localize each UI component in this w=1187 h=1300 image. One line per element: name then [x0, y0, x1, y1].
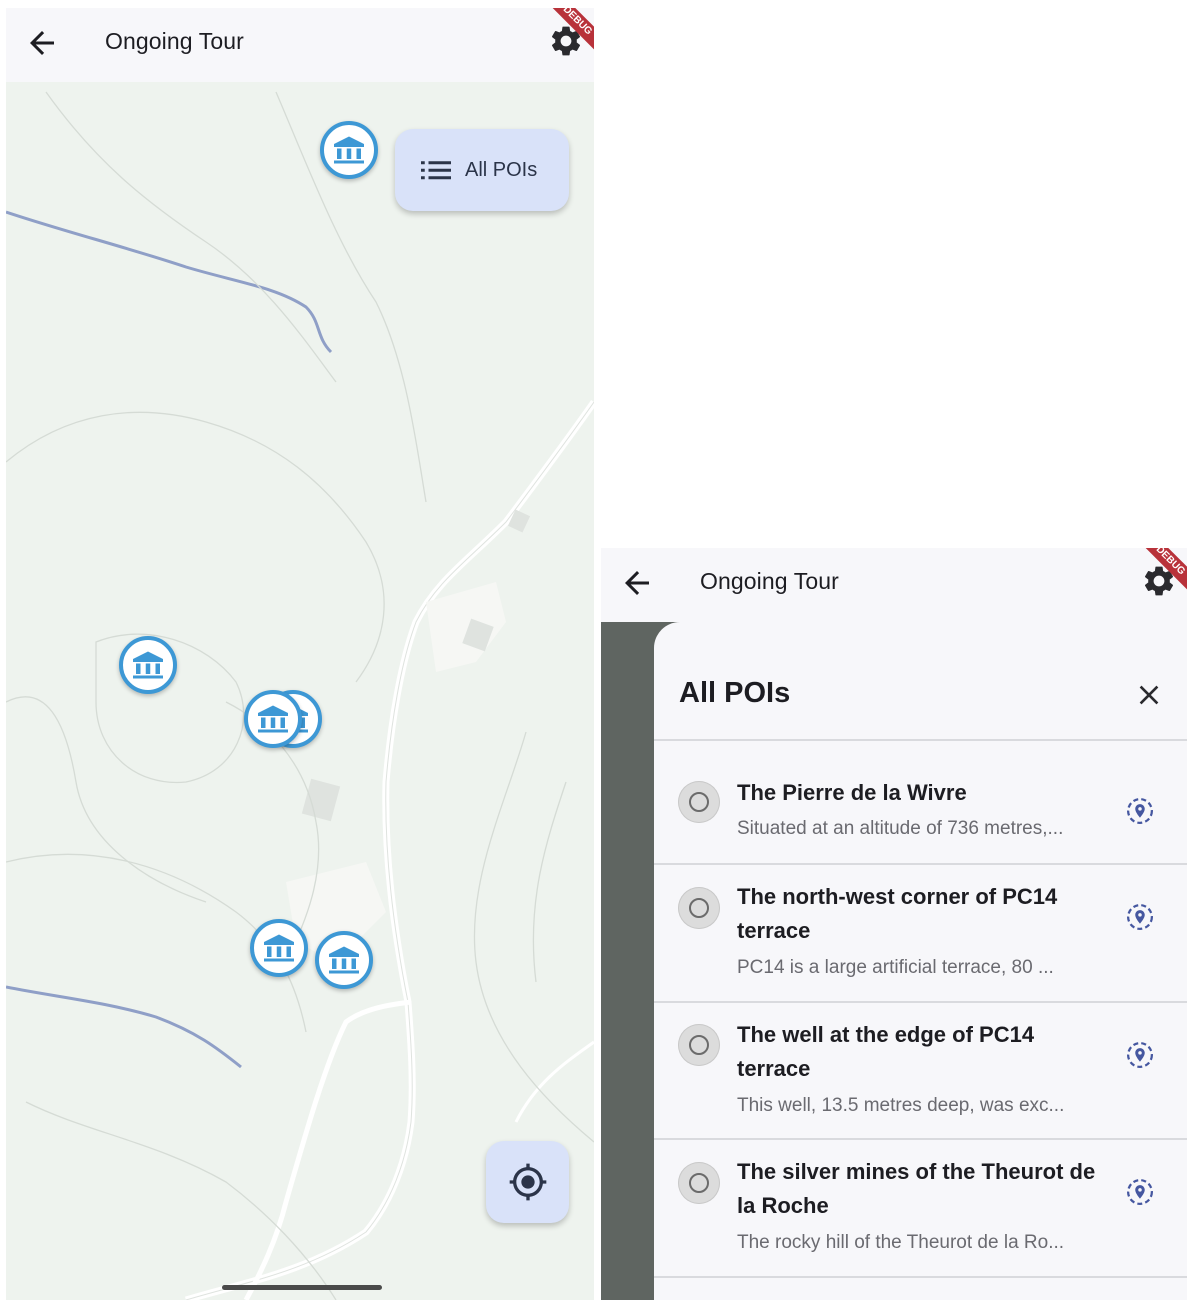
poi-description: The rocky hill of the Theurot de la Ro..…	[737, 1232, 1065, 1253]
poi-marker[interactable]	[244, 690, 302, 748]
home-indicator	[222, 1285, 382, 1290]
list-icon	[421, 161, 451, 180]
poi-list-item[interactable]: The well at the edge of PC14 terrace Thi…	[654, 1003, 1187, 1138]
divider	[654, 1276, 1187, 1278]
poi-name: The well at the edge of PC14 terrace	[737, 1022, 1035, 1081]
my-location-icon	[509, 1163, 547, 1201]
app-bar: Ongoing Tour DEBUG	[6, 8, 594, 82]
poi-description: PC14 is a large artificial terrace, 80 .…	[737, 957, 1054, 978]
poi-name: The Pierre de la Wivre	[737, 780, 967, 805]
poi-radio[interactable]	[678, 1162, 720, 1204]
poi-list-screen: Ongoing Tour DEBUG All POIs The Pierre d…	[601, 548, 1187, 1300]
museum-icon	[334, 136, 364, 164]
poi-name: The silver mines of the Theurot de la Ro…	[737, 1159, 1096, 1218]
page-title: Ongoing Tour	[700, 568, 839, 594]
sheet-title: All POIs	[679, 677, 791, 709]
museum-icon	[133, 651, 163, 679]
poi-marker[interactable]	[315, 931, 373, 989]
locate-on-map-icon[interactable]	[1125, 1040, 1155, 1070]
museum-icon	[258, 705, 288, 733]
map-view[interactable]	[6, 82, 594, 1300]
locate-on-map-icon[interactable]	[1125, 902, 1155, 932]
close-icon[interactable]	[1133, 679, 1165, 711]
map-screen: Ongoing Tour DEBUG All POIs	[6, 8, 594, 1300]
poi-marker[interactable]	[250, 919, 308, 977]
poi-list-item[interactable]: The north-west corner of PC14 terrace PC…	[654, 865, 1187, 1001]
poi-marker[interactable]	[320, 121, 378, 179]
back-arrow-icon[interactable]	[24, 25, 60, 61]
locate-on-map-icon[interactable]	[1125, 796, 1155, 826]
back-arrow-icon[interactable]	[619, 565, 655, 601]
poi-radio[interactable]	[678, 781, 720, 823]
museum-icon	[264, 934, 294, 962]
poi-name: The north-west corner of PC14 terrace	[737, 884, 1058, 943]
poi-list-item[interactable]: The silver mines of the Theurot de la Ro…	[654, 1140, 1187, 1276]
all-pois-button[interactable]: All POIs	[395, 129, 569, 211]
my-location-button[interactable]	[486, 1141, 569, 1223]
all-pois-label: All POIs	[465, 159, 538, 181]
poi-list-item[interactable]: The Pierre de la Wivre Situated at an al…	[654, 741, 1187, 863]
locate-on-map-icon[interactable]	[1125, 1177, 1155, 1207]
poi-description: Situated at an altitude of 736 metres,..…	[737, 818, 1064, 839]
all-pois-sheet: All POIs The Pierre de la Wivre Situated…	[654, 622, 1187, 1300]
app-bar: Ongoing Tour DEBUG	[601, 548, 1187, 622]
poi-marker[interactable]	[119, 636, 177, 694]
museum-icon	[329, 946, 359, 974]
poi-radio[interactable]	[678, 1024, 720, 1066]
page-title: Ongoing Tour	[105, 28, 244, 54]
poi-description: This well, 13.5 metres deep, was exc...	[737, 1095, 1065, 1116]
poi-radio[interactable]	[678, 887, 720, 929]
